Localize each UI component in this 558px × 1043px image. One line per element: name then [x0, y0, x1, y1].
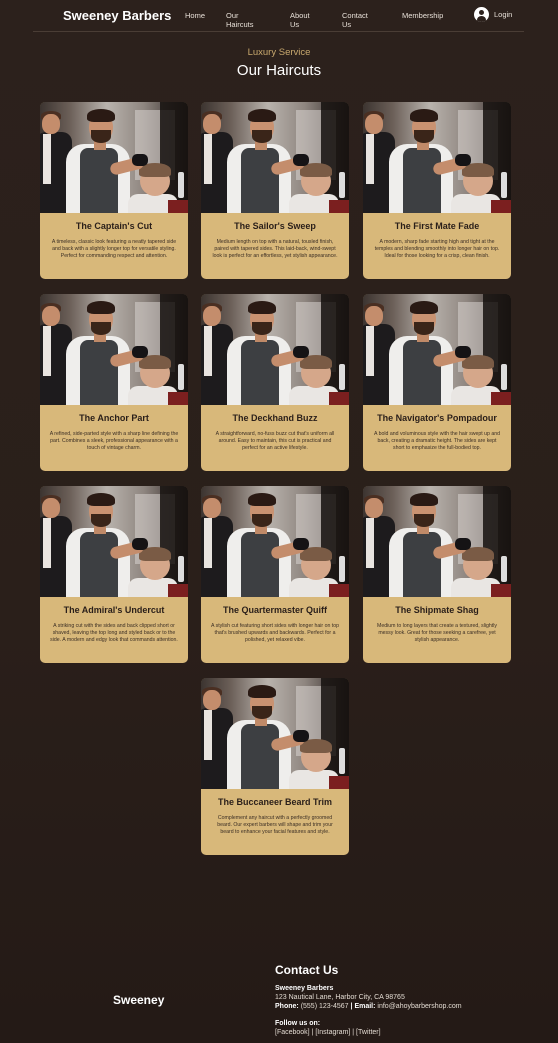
haircut-name: The Deckhand Buzz: [232, 413, 318, 423]
footer-brand: Sweeney: [113, 993, 165, 1007]
barber-photo: [201, 102, 349, 213]
nav-link-home[interactable]: Home: [185, 11, 205, 20]
section-title: Our Haircuts: [236, 62, 322, 79]
haircut-description: A refined, side-parted style with a shar…: [49, 431, 179, 451]
haircut-description: Medium to long layers that create a text…: [377, 623, 497, 643]
nav-divider: [33, 31, 524, 32]
haircut-name: The Captain's Cut: [75, 221, 153, 231]
footer-address: 123 Nautical Lane, Harbor City, CA 98765: [275, 994, 405, 1001]
haircut-description: A straightforward, no-fuss buzz cut that…: [215, 431, 335, 451]
haircut-card[interactable]: The Shipmate Shag Medium to long layers …: [363, 486, 511, 663]
haircut-description: A striking cut with the sides and back c…: [50, 623, 178, 643]
haircut-name: The First Mate Fade: [394, 221, 480, 231]
email-label: Email:: [354, 1003, 376, 1010]
phone-value[interactable]: (555) 123-4567: [301, 1003, 349, 1010]
haircut-card[interactable]: The Anchor Part A refined, side-parted s…: [40, 294, 188, 471]
haircut-card[interactable]: The Deckhand Buzz A straightforward, no-…: [201, 294, 349, 471]
top-navbar: Sweeney Barbers Home Our Haircuts About …: [0, 0, 558, 32]
haircut-card[interactable]: The Quartermaster Quiff A stylish cut fe…: [201, 486, 349, 663]
nav-link-contact-us[interactable]: Contact Us: [342, 11, 368, 29]
haircut-description: Complement any haircut with a perfectly …: [217, 815, 333, 835]
haircut-name: The Buccaneer Beard Trim: [217, 797, 333, 807]
haircut-description: A bold and voluminous style with the hai…: [373, 431, 501, 451]
phone-label: Phone:: [275, 1003, 299, 1010]
haircut-card[interactable]: The Captain's Cut A timeless, classic lo…: [40, 102, 188, 279]
barber-photo: [201, 678, 349, 789]
haircut-name: The Anchor Part: [79, 413, 149, 423]
haircut-card[interactable]: The First Mate Fade A modern, sharp fade…: [363, 102, 511, 279]
contact-separator: |: [350, 1003, 353, 1010]
haircut-card[interactable]: The Buccaneer Beard Trim Complement any …: [201, 678, 349, 855]
barber-photo: [363, 294, 511, 405]
nav-link-our-haircuts[interactable]: Our Haircuts: [226, 11, 254, 29]
user-icon: [474, 7, 489, 22]
barber-photo: [40, 486, 188, 597]
haircut-name: The Shipmate Shag: [395, 605, 479, 615]
haircut-name: The Navigator's Pompadour: [377, 413, 497, 423]
nav-link-membership[interactable]: Membership: [402, 11, 443, 20]
footer-follow: Follow us on:: [275, 1020, 321, 1027]
barber-photo: [363, 486, 511, 597]
footer-social-links[interactable]: [Facebook] | [Instagram] | [Twitter]: [275, 1029, 381, 1036]
haircut-description: A modern, sharp fade starting high and t…: [374, 239, 500, 259]
footer-phone-email: Phone: (555) 123-4567 | Email: info@ahoy…: [275, 1003, 462, 1010]
barber-photo: [40, 102, 188, 213]
haircut-name: The Sailor's Sweep: [234, 221, 316, 231]
haircut-card[interactable]: The Admiral's Undercut A striking cut wi…: [40, 486, 188, 663]
barber-photo: [363, 102, 511, 213]
section-subtitle: Luxury Service: [247, 47, 311, 58]
barber-photo: [201, 294, 349, 405]
barber-photo: [40, 294, 188, 405]
barber-photo: [201, 486, 349, 597]
login-button[interactable]: Login: [474, 7, 512, 22]
haircut-description: A stylish cut featuring short sides with…: [210, 623, 340, 643]
haircut-name: The Admiral's Undercut: [63, 605, 165, 615]
site-brand[interactable]: Sweeney Barbers: [63, 8, 171, 23]
nav-link-about-us[interactable]: About Us: [290, 11, 310, 29]
footer-company: Sweeney Barbers: [275, 985, 334, 992]
email-value[interactable]: info@ahoybarbershop.com: [377, 1003, 461, 1010]
footer-contact-title: Contact Us: [275, 963, 339, 977]
haircut-card[interactable]: The Sailor's Sweep Medium length on top …: [201, 102, 349, 279]
haircut-description: Medium length on top with a natural, tou…: [212, 239, 338, 259]
haircut-name: The Quartermaster Quiff: [222, 605, 328, 615]
haircut-description: A timeless, classic look featuring a nea…: [51, 239, 177, 259]
haircut-card[interactable]: The Navigator's Pompadour A bold and vol…: [363, 294, 511, 471]
login-label: Login: [494, 10, 513, 19]
